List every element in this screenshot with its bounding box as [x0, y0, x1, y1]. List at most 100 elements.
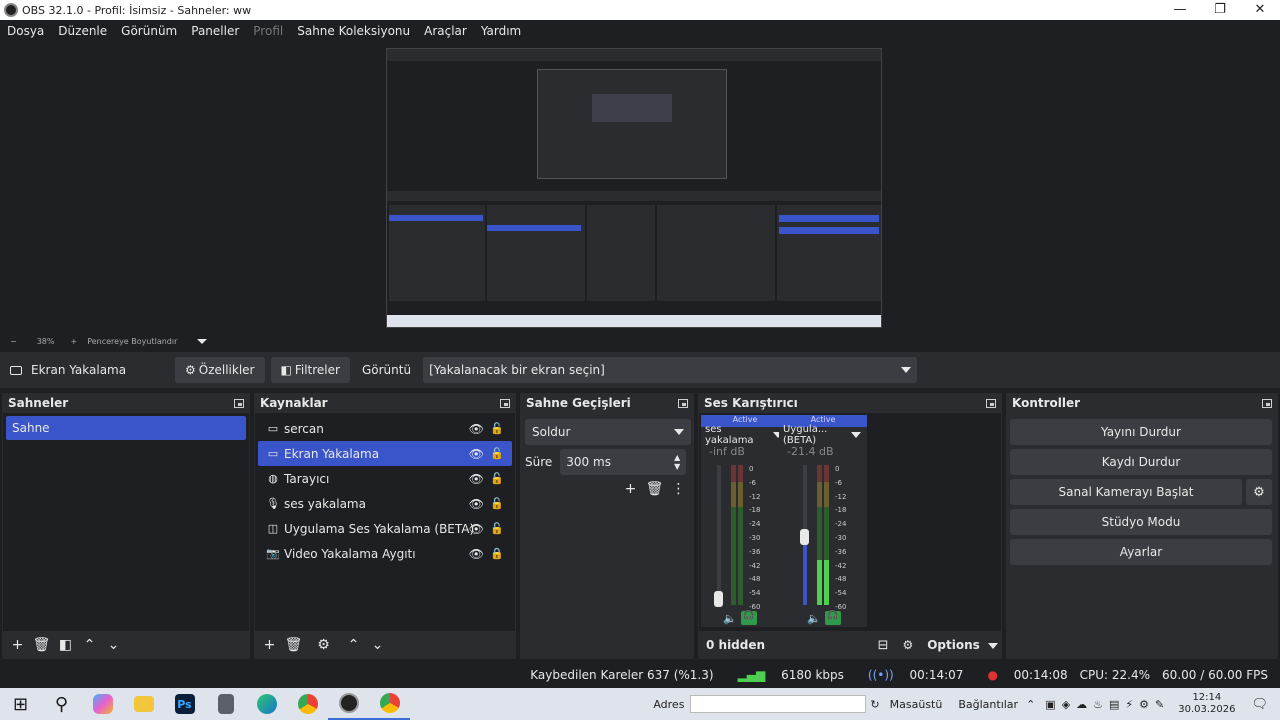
display-select[interactable]: [Yakalanacak bir ekran seçin] — [423, 357, 918, 383]
remove-scene-icon[interactable]: 🗑 — [30, 637, 53, 653]
stop-record-button[interactable]: Kaydı Durdur — [1010, 449, 1272, 475]
preview-area[interactable] — [0, 42, 1280, 332]
chrome-alt-icon[interactable] — [369, 688, 410, 720]
source-label: Ekran Yakalama — [284, 446, 380, 461]
search-icon[interactable]: ⚲ — [41, 688, 82, 720]
lock-open-icon[interactable]: 🔓 — [490, 447, 504, 460]
visibility-eye-icon[interactable]: 👁 — [469, 472, 484, 486]
menu-file[interactable]: Dosya — [0, 24, 51, 38]
more-options-icon[interactable]: ⋮ — [667, 481, 690, 497]
start-virtual-camera-button[interactable]: Sanal Kamerayı Başlat — [1010, 479, 1242, 505]
move-up-icon[interactable]: ⌃ — [342, 637, 365, 653]
duration-value: 300 ms — [566, 455, 611, 469]
maximize-button[interactable]: ❐ — [1200, 0, 1240, 20]
advanced-audio-icon[interactable]: ⚙ — [902, 638, 913, 652]
menu-edit[interactable]: Düzenle — [51, 24, 114, 38]
source-item-ekran-yakalama[interactable]: ▭ Ekran Yakalama 👁 🔓 — [258, 441, 512, 466]
monitor-icon: ▭ — [267, 422, 279, 435]
links-toolbar[interactable]: Bağlantılar — [958, 698, 1018, 711]
lock-open-icon[interactable]: 🔓 — [490, 522, 504, 535]
obs-taskbar-icon[interactable] — [328, 688, 369, 720]
visibility-eye-icon[interactable]: 👁 — [469, 497, 484, 511]
virtual-camera-settings-icon[interactable]: ⚙ — [1246, 479, 1272, 505]
move-up-icon[interactable]: ⌃ — [78, 637, 101, 653]
float-dock-icon[interactable] — [500, 398, 510, 408]
studio-mode-button[interactable]: Stüdyo Modu — [1010, 509, 1272, 535]
desktop-toolbar[interactable]: Masaüstü — [890, 698, 943, 711]
speaker-icon[interactable]: 🔈 — [723, 612, 737, 625]
move-down-icon[interactable]: ⌄ — [102, 637, 125, 653]
visibility-eye-icon[interactable]: 👁 — [469, 547, 484, 561]
zoom-out-button[interactable]: − — [10, 337, 17, 346]
volume-slider-track[interactable] — [717, 465, 721, 605]
source-item-video-capture[interactable]: 📷 Video Yakalama Aygıtı 👁 🔒 — [258, 541, 512, 566]
headphones-icon[interactable]: 🎧 — [741, 611, 757, 625]
float-dock-icon[interactable] — [1262, 398, 1272, 408]
source-item-sercan[interactable]: ▭ sercan 👁 🔓 — [258, 416, 512, 441]
float-dock-icon[interactable] — [234, 398, 244, 408]
chrome-icon[interactable] — [287, 688, 328, 720]
speaker-icon[interactable]: 🔈 — [807, 612, 821, 625]
photoshop-icon[interactable]: Ps — [164, 688, 205, 720]
settings-button[interactable]: Ayarlar — [1010, 539, 1272, 565]
stop-stream-button[interactable]: Yayını Durdur — [1010, 419, 1272, 445]
chevron-up-icon[interactable]: ⌃ — [1026, 698, 1035, 711]
float-dock-icon[interactable] — [678, 398, 688, 408]
visibility-eye-icon[interactable]: 👁 — [469, 447, 484, 461]
source-item-tarayici[interactable]: ◍ Tarayıcı 👁 🔓 — [258, 466, 512, 491]
layout-toggle-icon[interactable]: ⊟ — [878, 638, 889, 653]
start-button[interactable]: ⊞ — [0, 688, 41, 720]
menu-tools[interactable]: Araçlar — [417, 24, 474, 38]
channel-name-select[interactable]: Uygula...(BETA) — [779, 424, 867, 446]
source-item-ses-yakalama[interactable]: 🎙 ses yakalama 👁 🔓 — [258, 491, 512, 516]
menu-scene-collection[interactable]: Sahne Koleksiyonu — [290, 24, 417, 38]
options-button[interactable]: Options — [927, 638, 998, 652]
visibility-eye-icon[interactable]: 👁 — [469, 422, 484, 436]
add-scene-icon[interactable]: + — [6, 637, 29, 653]
float-dock-icon[interactable] — [986, 398, 996, 408]
source-properties-icon[interactable]: ⚙ — [312, 637, 335, 653]
copilot-icon[interactable] — [82, 688, 123, 720]
zoom-fit-label[interactable]: Pencereye Boyutlandır — [87, 337, 177, 346]
zoom-dropdown-icon[interactable] — [187, 337, 208, 346]
edge-icon[interactable] — [246, 688, 287, 720]
menu-docks[interactable]: Paneller — [184, 24, 246, 38]
lock-open-icon[interactable]: 🔓 — [490, 472, 504, 485]
properties-button[interactable]: ⚙ Özellikler — [175, 357, 265, 383]
notification-icon[interactable]: 🗨 — [1251, 697, 1268, 712]
add-source-icon[interactable]: + — [258, 637, 281, 653]
filters-button[interactable]: ◧ Filtreler — [270, 357, 350, 383]
calculator-icon[interactable] — [205, 688, 246, 720]
bitrate-indicator: ▂▄▆ 6180 kbps — [737, 668, 844, 682]
headphones-icon[interactable]: 🎧 — [825, 611, 841, 625]
channel-name-select[interactable]: ses yakalama — [701, 424, 789, 446]
address-input[interactable] — [690, 695, 867, 713]
scene-item[interactable]: Sahne — [6, 416, 246, 440]
add-transition-icon[interactable]: + — [619, 481, 642, 497]
menu-help[interactable]: Yardım — [474, 24, 528, 38]
transition-select[interactable]: Soldur — [525, 419, 691, 445]
lock-closed-icon[interactable]: 🔒 — [490, 547, 504, 560]
spin-arrows-icon[interactable]: ▲ ▼ — [674, 453, 680, 471]
lock-open-icon[interactable]: 🔓 — [490, 497, 504, 510]
clock[interactable]: 12:14 30.03.2026 — [1178, 692, 1235, 716]
file-explorer-icon[interactable] — [123, 688, 164, 720]
source-item-app-audio[interactable]: ◫ Uygulama Ses Yakalama (BETA) 👁 🔓 — [258, 516, 512, 541]
scene-filters-icon[interactable]: ◧ — [54, 637, 77, 653]
volume-slider-handle[interactable] — [800, 529, 809, 545]
duration-input[interactable]: 300 ms ▲ ▼ — [560, 449, 687, 475]
minimize-button[interactable]: — — [1160, 0, 1200, 20]
refresh-icon[interactable]: ↻ — [870, 698, 879, 711]
volume-slider-handle[interactable] — [714, 591, 723, 607]
close-button[interactable]: ✕ — [1240, 0, 1280, 20]
move-down-icon[interactable]: ⌄ — [366, 637, 389, 653]
stream-time: ((•)) 00:14:07 — [867, 668, 964, 682]
lock-open-icon[interactable]: 🔓 — [490, 422, 504, 435]
remove-source-icon[interactable]: 🗑 — [282, 637, 305, 653]
remove-transition-icon[interactable]: 🗑 — [643, 481, 666, 497]
visibility-eye-icon[interactable]: 👁 — [469, 522, 484, 536]
zoom-in-button[interactable]: + — [70, 337, 77, 346]
menu-profile[interactable]: Profil — [246, 24, 290, 38]
tray-icons[interactable]: ▣◈☁♨▤⚡⚙✎ — [1045, 698, 1170, 711]
menu-view[interactable]: Görünüm — [114, 24, 184, 38]
